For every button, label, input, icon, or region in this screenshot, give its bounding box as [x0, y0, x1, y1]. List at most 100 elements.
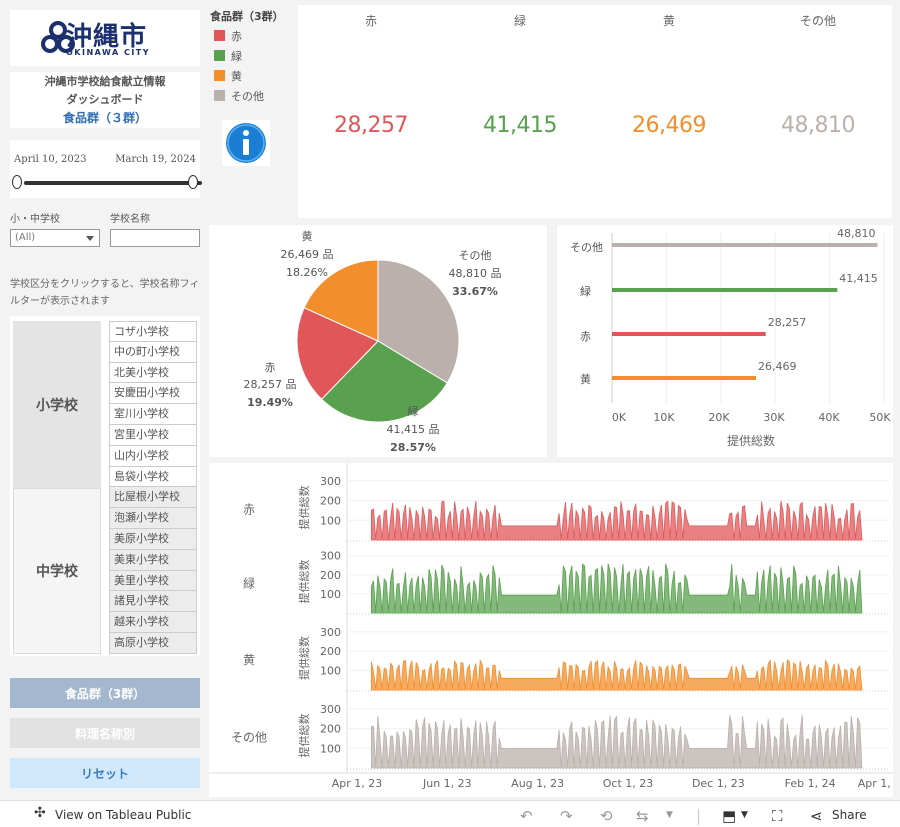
food-group-button[interactable]: 食品群（3群）	[10, 678, 200, 708]
fullscreen-icon[interactable]: ⛶	[772, 807, 783, 825]
info-icon[interactable]	[222, 120, 270, 166]
school-type-label: 小・中学校	[10, 214, 60, 225]
date-slider-start-handle[interactable]	[12, 175, 22, 189]
ts-x-tick: Feb 1, 24	[785, 777, 836, 790]
school-list-item[interactable]: 宮里小学校	[109, 424, 197, 446]
date-end: March 19, 2024	[115, 154, 196, 165]
school-list-item[interactable]: コザ小学校	[109, 321, 197, 342]
chevron-down-icon[interactable]: ▼	[666, 810, 673, 820]
school-list-item[interactable]: 中の町小学校	[109, 341, 197, 363]
school-name-input[interactable]	[110, 229, 200, 247]
ts-y-tick: 200	[320, 645, 341, 658]
bar-x-tick: 0K	[612, 411, 627, 424]
school-list-item[interactable]: 諸見小学校	[109, 591, 197, 613]
school-type-junior-high[interactable]: 中学校	[13, 488, 101, 654]
school-type-select[interactable]: (All)	[10, 229, 100, 247]
ts-area-series[interactable]	[370, 714, 863, 769]
legend-item[interactable]: 黄	[214, 68, 242, 84]
legend-item[interactable]: 赤	[214, 28, 242, 44]
ts-area-series[interactable]	[370, 500, 863, 541]
date-slider-track[interactable]	[24, 181, 202, 185]
pie-chart-panel: 黄 26,469 品 18.26% その他 48,810 品 33.67% 赤 …	[209, 225, 547, 457]
bar-x-tick: 40K	[818, 411, 840, 424]
ts-y-tick: 100	[320, 665, 341, 678]
view-on-tableau-link[interactable]: View on Tableau Public	[55, 808, 191, 822]
school-list-item[interactable]: 北美小学校	[109, 362, 197, 384]
kpi-value-other[interactable]: 48,810	[758, 113, 878, 138]
school-list-item[interactable]: 山内小学校	[109, 445, 197, 467]
school-list-item[interactable]: 室川小学校	[109, 404, 197, 425]
legend-swatch	[214, 30, 225, 41]
school-list-item[interactable]: 美里小学校	[109, 570, 197, 592]
share-icon[interactable]: ⋖	[810, 807, 823, 825]
download-icon[interactable]: ⬒	[722, 807, 736, 825]
ts-x-tick: Oct 1, 23	[603, 777, 654, 790]
bar-value-label: 48,810	[837, 227, 876, 240]
bar-x-tick: 20K	[708, 411, 730, 424]
bar-mark[interactable]	[612, 288, 838, 292]
sidebar: 沖縄市 OKINAWA CITY 沖縄市学校給食献立情報 ダッシュボード 食品群…	[0, 0, 208, 800]
kpi-label-red: 赤	[364, 14, 377, 28]
logo: 沖縄市 OKINAWA CITY	[10, 10, 200, 66]
bar-mark[interactable]	[612, 332, 766, 336]
legend-item[interactable]: 緑	[214, 48, 242, 64]
ts-row-label: その他	[231, 731, 267, 745]
legend-label: その他	[231, 90, 264, 103]
pie-label-percent: 33.67%	[452, 285, 498, 298]
reset-button[interactable]: リセット	[10, 758, 200, 788]
pie-label-name: 黄	[302, 229, 313, 243]
kpi-value-green[interactable]: 41,415	[460, 113, 580, 138]
ts-y-tick: 200	[320, 495, 341, 508]
pie-chart: 黄 26,469 品 18.26% その他 48,810 品 33.67% 赤 …	[244, 229, 502, 454]
logo-subtitle: OKINAWA CITY	[66, 48, 151, 57]
date-slider-end-handle[interactable]	[188, 175, 198, 189]
timeseries-panel: Apr 1, 23 Jun 1, 23 Aug 1, 23 Oct 1, 23 Dec …	[209, 463, 900, 797]
school-list-item[interactable]: 越来小学校	[109, 612, 197, 633]
refresh-icon[interactable]: ⇆	[636, 807, 649, 825]
school-list-item[interactable]: 安慶田小学校	[109, 383, 197, 405]
revert-icon[interactable]: ⟲	[600, 807, 613, 825]
bar-mark[interactable]	[612, 376, 756, 380]
school-list-item[interactable]: 島袋小学校	[109, 466, 197, 488]
school-type-value: (All)	[15, 232, 36, 243]
color-legend: 食品群（3群） 赤 緑 黄 その他	[208, 0, 298, 218]
chevron-down-icon[interactable]: ▼	[741, 810, 748, 820]
school-list-item[interactable]: 美東小学校	[109, 549, 197, 571]
ts-y-tick: 300	[320, 550, 341, 563]
school-list-item[interactable]: 美原小学校	[109, 528, 197, 550]
pie-label-percent: 28.57%	[390, 441, 436, 454]
ts-area-series[interactable]	[370, 658, 863, 691]
pie-label-name: その他	[459, 249, 492, 262]
legend-item[interactable]: その他	[214, 88, 264, 104]
filter-note: 学校区分をクリックすると、学校名称フィルターが表示されます	[10, 279, 200, 307]
school-list-item[interactable]: 比屋根小学校	[109, 487, 197, 509]
pie-label-value: 48,810 品	[449, 267, 502, 280]
undo-icon[interactable]: ↶	[520, 807, 533, 825]
legend-swatch	[214, 50, 225, 61]
ts-y-tick: 200	[320, 723, 341, 736]
share-button[interactable]: Share	[832, 808, 867, 822]
school-list-item[interactable]: 高原小学校	[109, 632, 197, 654]
ts-area-series[interactable]	[370, 563, 863, 614]
bar-x-tick: 50K	[869, 411, 891, 424]
school-selector: 小学校 中学校 コザ小学校 中の町小学校 北美小学校 安慶田小学校 室川小学校 宮里小学校…	[10, 316, 200, 656]
bar-mark[interactable]	[612, 243, 878, 247]
ts-row-label: 黄	[243, 653, 255, 667]
school-type-elementary[interactable]: 小学校	[13, 321, 101, 488]
school-name-label: 学校名称	[110, 214, 150, 225]
kpi-value-yellow[interactable]: 26,469	[609, 113, 729, 138]
ts-y-axis-title: 提供総数	[297, 636, 311, 680]
ts-y-axis-title: 提供総数	[297, 714, 311, 758]
kpi-value-red[interactable]: 28,257	[311, 113, 431, 138]
info-circle-icon	[226, 123, 266, 163]
bar-chart: 48,810 41,415 28,257 26,469 その他 緑 赤 黄 0K 10…	[570, 227, 891, 448]
dish-name-button[interactable]: 料理名称別	[10, 718, 200, 748]
bar-value-label: 26,469	[758, 360, 797, 373]
ts-y-axis-title: 提供総数	[297, 560, 311, 604]
bar-x-tick: 10K	[653, 411, 675, 424]
dashboard: 沖縄市 OKINAWA CITY 沖縄市学校給食献立情報 ダッシュボード 食品群…	[0, 0, 900, 827]
school-list: コザ小学校 中の町小学校 北美小学校 安慶田小学校 室川小学校 宮里小学校 山内小学校 島袋小…	[109, 321, 197, 654]
timeseries-chart: Apr 1, 23 Jun 1, 23 Aug 1, 23 Oct 1, 23 Dec …	[209, 463, 900, 790]
school-list-item[interactable]: 泡瀬小学校	[109, 508, 197, 529]
redo-icon[interactable]: ↷	[560, 807, 573, 825]
